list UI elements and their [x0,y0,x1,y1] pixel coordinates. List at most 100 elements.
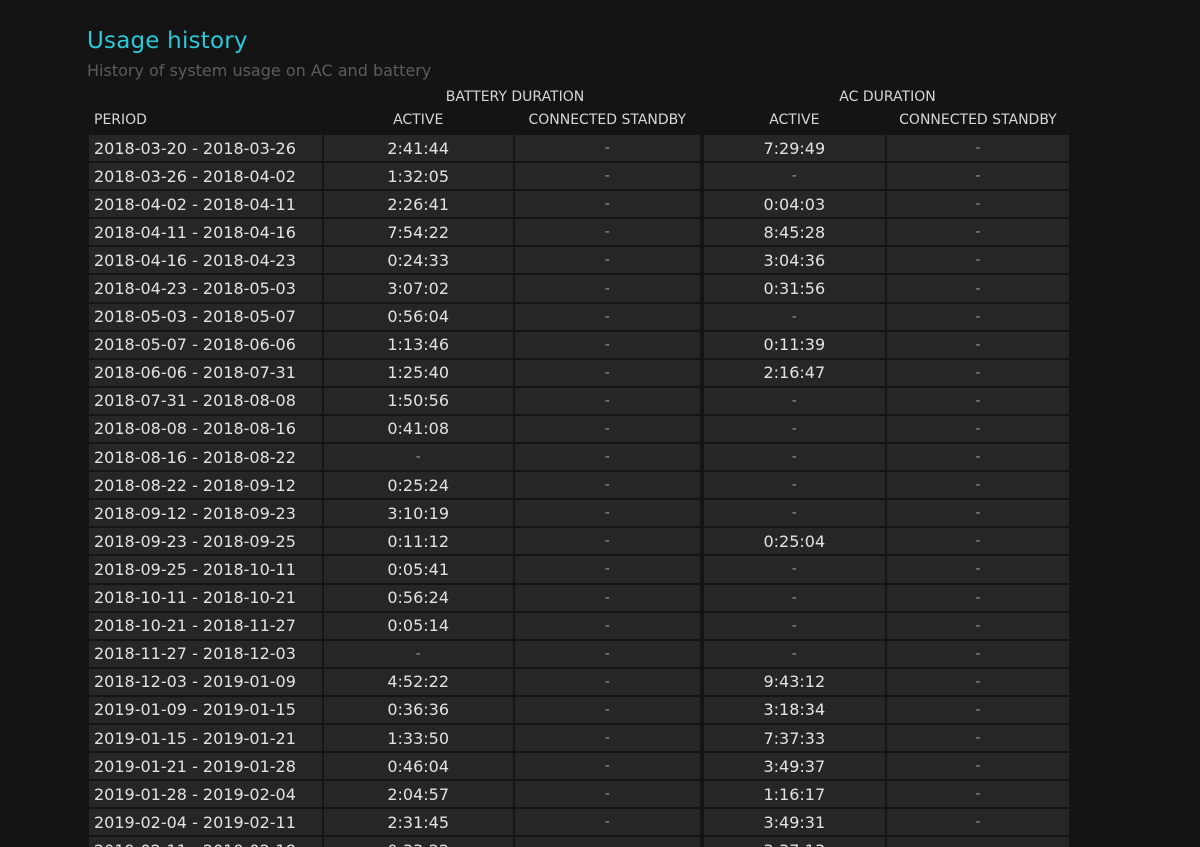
table-row: 2018-04-16 - 2018-04-23 0:24:33-3:04:36- [89,247,1069,276]
section-subtitle: History of system usage on AC and batter… [87,61,432,80]
usage-history-report: Usage history History of system usage on… [0,0,1200,847]
ac-active-cell: 7:37:33 [703,724,885,754]
ac-active-cell: - [703,415,885,445]
ac-standby-cell: - [886,640,1069,669]
battery-standby-cell: - [514,387,700,416]
period-cell: 2018-09-12 - 2018-09-23 [89,500,322,529]
period-cell: 2018-05-07 - 2018-06-06 [89,331,322,360]
ac-active-cell: 3:37:13 [703,837,885,847]
period-cell: 2018-10-11 - 2018-10-21 [89,584,322,613]
ac-active-cell: - [703,303,885,332]
battery-standby-cell: - [514,612,700,641]
ac-standby-cell: - [886,191,1069,220]
table-row: 2018-10-11 - 2018-10-21 0:56:24- - - [89,584,1069,613]
ac-standby-cell: - [886,219,1069,248]
battery-standby-cell: - [514,331,700,360]
table-row: 2019-01-28 - 2019-02-04 2:04:57-1:16:17- [89,781,1069,810]
period-cell: 2018-04-16 - 2018-04-23 [89,247,322,276]
ac-standby-cell: - [886,359,1069,388]
table-row: 2018-12-03 - 2019-01-09 4:52:22-9:43:12- [89,668,1069,697]
period-cell: 2019-01-21 - 2019-01-28 [89,753,322,782]
ac-active-cell: 2:16:47 [703,359,885,388]
ac-standby-cell: - [886,331,1069,360]
ac-active-cell: 3:04:36 [703,247,885,276]
table-row: 2018-04-02 - 2018-04-11 2:26:41-0:04:03- [89,191,1069,220]
ac-standby-cell: - [886,247,1069,276]
battery-active-cell: 7:54:22 [323,219,513,248]
column-header-row: PERIOD ACTIVE CONNECTED STANDBY ACTIVE C… [89,108,1069,132]
battery-active-cell: 0:46:04 [323,753,513,782]
battery-standby-cell: - [514,584,700,613]
column-header-ac-active: ACTIVE [769,112,820,128]
table-row: 2018-05-03 - 2018-05-07 0:56:04- - - [89,303,1069,332]
period-cell: 2018-09-25 - 2018-10-11 [89,556,322,585]
table-row: 2018-07-31 - 2018-08-08 1:50:56- - - [89,387,1069,416]
battery-standby-cell: - [514,303,700,332]
battery-standby-cell: - [514,724,700,754]
ac-active-cell: 0:04:03 [703,191,885,220]
battery-standby-cell: - [514,359,700,388]
period-cell: 2018-08-16 - 2018-08-22 [89,444,322,473]
ac-active-cell: - [703,163,885,192]
period-cell: 2018-05-03 - 2018-05-07 [89,303,322,332]
ac-active-cell: - [703,472,885,501]
period-cell: 2018-03-26 - 2018-04-02 [89,163,322,192]
battery-standby-cell: - [514,472,700,501]
battery-active-cell: 2:04:57 [323,781,513,810]
ac-active-cell: - [703,556,885,585]
battery-active-cell: 1:25:40 [323,359,513,388]
period-cell: 2018-04-11 - 2018-04-16 [89,219,322,248]
ac-duration-group-header: AC DURATION [839,89,936,105]
battery-active-cell: 0:33:22 [323,837,513,847]
battery-active-cell: 0:05:41 [323,556,513,585]
ac-standby-cell: - [886,781,1069,810]
table-row: 2018-09-25 - 2018-10-11 0:05:41- - - [89,556,1069,585]
battery-standby-cell: - [514,753,700,782]
ac-active-cell: 3:49:31 [703,809,885,838]
table-row: 2019-01-21 - 2019-01-28 0:46:04-3:49:37- [89,753,1069,782]
table-row: 2018-04-11 - 2018-04-16 7:54:22-8:45:28- [89,219,1069,248]
battery-standby-cell: - [514,696,700,725]
battery-standby-cell: - [514,191,700,220]
battery-standby-cell: - [514,247,700,276]
battery-active-cell: 2:31:45 [323,809,513,838]
period-cell: 2019-02-04 - 2019-02-11 [89,809,322,838]
table-row: 2019-01-15 - 2019-01-21 1:33:50-7:37:33- [89,724,1069,754]
ac-active-cell: - [703,640,885,669]
battery-active-cell: 0:25:24 [323,472,513,501]
ac-standby-cell: - [886,753,1069,782]
table-row: 2018-09-23 - 2018-09-25 0:11:12-0:25:04- [89,528,1069,557]
period-cell: 2018-09-23 - 2018-09-25 [89,528,322,557]
table-row: 2019-02-04 - 2019-02-11 2:31:45-3:49:31- [89,809,1069,838]
battery-standby-cell: - [514,781,700,810]
ac-active-cell: 0:11:39 [703,331,885,360]
column-header-ac-connected-standby: CONNECTED STANDBY [899,112,1057,128]
period-cell: 2018-06-06 - 2018-07-31 [89,359,322,388]
usage-history-table: BATTERY DURATION AC DURATION PERIOD ACTI… [89,86,1069,847]
column-header-battery-active: ACTIVE [393,112,444,128]
battery-active-cell: 1:33:50 [323,724,513,754]
battery-active-cell: 0:56:04 [323,303,513,332]
ac-standby-cell: - [886,415,1069,445]
ac-active-cell: - [703,444,885,473]
ac-active-cell: 7:29:49 [703,135,885,164]
table-row: 2018-11-27 - 2018-12-03- - - - [89,640,1069,669]
battery-standby-cell: - [514,809,700,838]
battery-active-cell: 2:26:41 [323,191,513,220]
group-header-row: BATTERY DURATION AC DURATION [89,86,1069,108]
table-row: 2018-03-20 - 2018-03-26 2:41:44-7:29:49- [89,135,1069,164]
period-cell: 2018-07-31 - 2018-08-08 [89,387,322,416]
ac-standby-cell: - [886,837,1069,847]
ac-active-cell: 0:31:56 [703,275,885,304]
period-cell: 2019-02-11 - 2019-02-18 [89,837,322,847]
ac-standby-cell: - [886,387,1069,416]
table-row: 2018-03-26 - 2018-04-02 1:32:05- - - [89,163,1069,192]
battery-active-cell: 1:50:56 [323,387,513,416]
ac-standby-cell: - [886,528,1069,557]
ac-standby-cell: - [886,668,1069,697]
ac-active-cell: - [703,500,885,529]
battery-active-cell: 1:32:05 [323,163,513,192]
ac-standby-cell: - [886,696,1069,725]
battery-active-cell: 0:36:36 [323,696,513,725]
battery-active-cell: 4:52:22 [323,668,513,697]
